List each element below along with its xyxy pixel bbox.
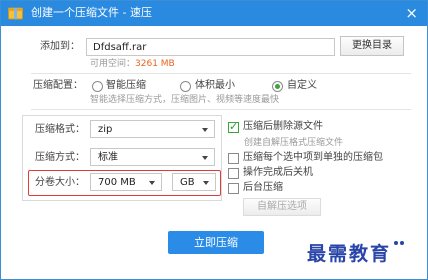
compression-format-value: zip [98, 124, 113, 135]
shutdown-after-label[interactable]: 操作完成后关机 [243, 166, 313, 180]
chevron-down-icon [202, 156, 208, 160]
free-space-caption: 可用空间： [90, 59, 136, 69]
divider [31, 109, 411, 110]
add-to-label: 添加到： [40, 41, 80, 52]
window-title: 创建一个压缩文件 - 速压 [31, 6, 152, 19]
free-space-label: 可用空间：3261 MB [90, 58, 175, 70]
volume-unit-select[interactable]: GB [172, 173, 216, 191]
archive-path-input[interactable]: Dfdsaff.rar [86, 38, 335, 56]
delete-source-checkbox[interactable] [228, 120, 239, 133]
chevron-down-icon [203, 181, 209, 185]
compression-method-select[interactable]: 标准 [90, 148, 215, 166]
delete-source-label[interactable]: 压缩后删除源文件 [243, 120, 323, 134]
volume-size-value: 700 MB [98, 177, 136, 188]
separate-archives-label[interactable]: 压缩每个选中项到单独的压缩包 [243, 151, 383, 165]
radio-smallest-size-label[interactable]: 体积最小 [195, 79, 235, 93]
compression-format-label: 压缩格式： [35, 124, 85, 135]
radio-custom-label[interactable]: 自定义 [287, 79, 317, 93]
archive-path-value: Dfdsaff.rar [93, 42, 147, 53]
close-icon[interactable]: × [405, 4, 418, 22]
volume-size-select[interactable]: 700 MB [90, 173, 162, 191]
compress-now-button[interactable]: 立即压缩 [168, 231, 264, 254]
watermark-logo: 最需教育 [307, 243, 392, 265]
create-sfx-hint: 创建自解压格式压缩文件 [244, 138, 344, 148]
chevron-down-icon [202, 128, 208, 132]
volume-unit-value: GB [180, 177, 195, 188]
volume-size-label: 分卷大小： [35, 177, 85, 188]
radio-smart-compress-label[interactable]: 智能压缩 [106, 79, 146, 93]
title-bar[interactable]: 创建一个压缩文件 - 速压 × [1, 1, 427, 26]
compression-config-label: 压缩配置： [33, 80, 83, 91]
compression-method-value: 标准 [98, 152, 118, 163]
radio-smart-compress[interactable] [92, 81, 103, 92]
radio-smallest-size[interactable] [180, 81, 191, 92]
radio-custom[interactable] [272, 81, 283, 92]
shutdown-after-checkbox[interactable] [228, 168, 239, 179]
background-compress-checkbox[interactable] [228, 183, 239, 194]
compression-method-label: 压缩方式： [35, 152, 85, 163]
watermark-mark-icon [394, 241, 404, 245]
background-compress-label[interactable]: 后台压缩 [243, 181, 283, 195]
chevron-down-icon [149, 181, 155, 185]
free-space-value: 3261 MB [135, 59, 175, 69]
compression-config-hint: 智能选择压缩方式，压缩图片、视频等速度最快 [90, 95, 280, 105]
sfx-options-button[interactable]: 自解压选项 [243, 198, 321, 216]
divider [31, 73, 411, 74]
separate-archives-checkbox[interactable] [228, 153, 239, 164]
change-directory-button[interactable]: 更换目录 [340, 36, 404, 56]
archive-app-icon [8, 7, 23, 20]
compression-format-select[interactable]: zip [90, 120, 215, 138]
compress-dialog: 创建一个压缩文件 - 速压 × 添加到： Dfdsaff.rar 更换目录 可用… [0, 0, 428, 280]
